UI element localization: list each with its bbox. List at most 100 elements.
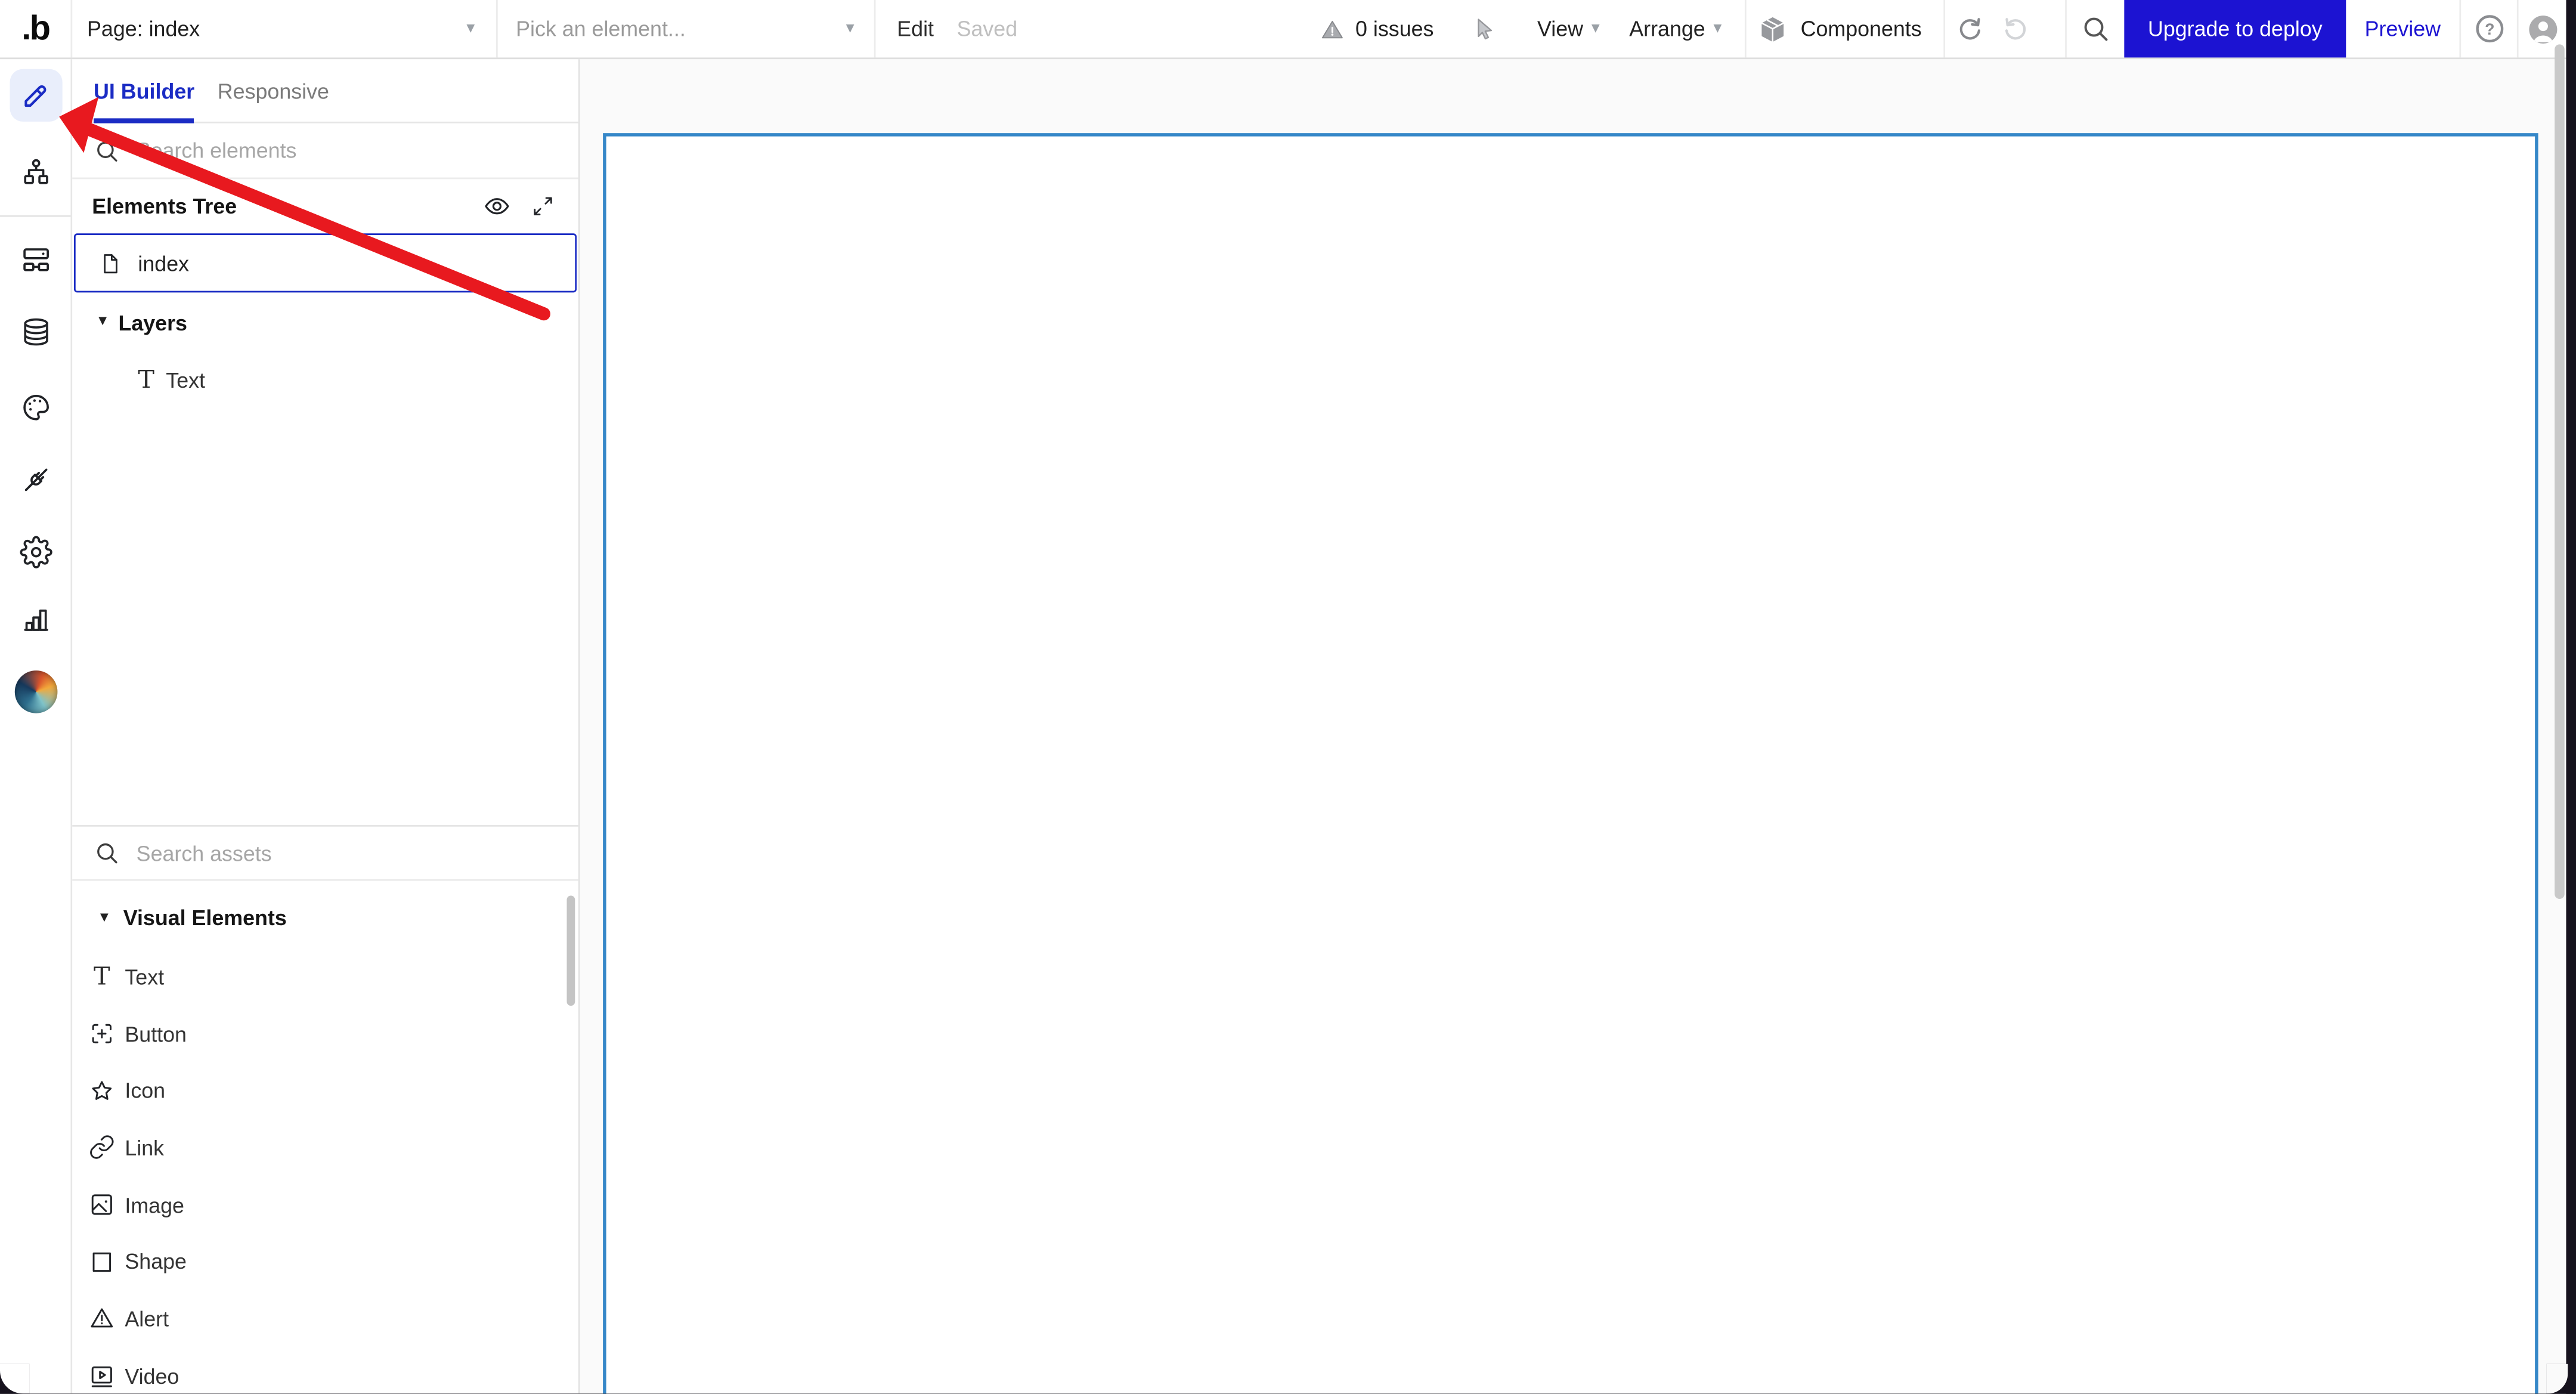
pencil-icon [19,79,52,112]
assets-scrollbar[interactable] [566,895,575,1006]
tab-responsive-label: Responsive [217,78,329,103]
sidebar-item-workflow[interactable] [9,146,61,199]
search-assets-row [72,825,578,881]
expand-diagonal-icon[interactable] [531,194,555,218]
pointer-tool-icon[interactable] [1470,15,1498,43]
elements-panel: UI Builder Responsive Elements Tree [72,59,580,1394]
sidebar-item-styles[interactable] [9,381,61,434]
sidebar-item-data[interactable] [9,305,61,358]
sidebar-item-layout[interactable] [9,233,61,286]
palette-icon [19,391,52,424]
tree-item-text-label: Text [166,367,206,392]
asset-item-button[interactable]: Button [72,1005,578,1062]
button-element-icon [89,1021,115,1047]
components-box-icon [1756,13,1789,45]
tree-group-layers-label: Layers [118,310,187,335]
assets-list: ▾ Visual Elements T Text Button Icon Lin… [72,888,578,1394]
search-icon [94,840,120,866]
collapse-triangle-icon: ▾ [100,908,109,926]
video-player-icon [89,1362,115,1389]
redo-icon[interactable] [2001,14,2031,44]
history-controls [1945,0,2067,58]
asset-item-text[interactable]: T Text [72,948,578,1006]
tree-item-text[interactable]: T Text [138,361,205,398]
editor-search-button[interactable] [2067,0,2124,57]
preview-button[interactable]: Preview [2346,0,2462,58]
sidebar-item-plugins[interactable] [9,453,61,506]
components-label: Components [1800,16,1922,41]
view-menu[interactable]: View ▾ [1537,17,1600,41]
search-elements-row [72,123,578,180]
bubble-editor-window: .b Page: index ▾ Pick an element... ▾ Ed… [0,0,2576,1394]
svg-text:?: ? [2484,20,2494,38]
app-logo[interactable]: .b [0,0,73,58]
workflow-sitemap-icon [19,156,52,189]
asset-item-label: Shape [125,1249,187,1274]
view-menu-label: View [1537,16,1584,41]
text-element-icon: T [138,364,155,394]
bar-chart-icon [19,603,52,636]
tree-group-layers[interactable]: ▾ Layers [98,304,187,341]
asset-item-link[interactable]: Link [72,1119,578,1176]
search-icon [2080,13,2111,44]
sidebar-item-settings[interactable] [9,526,61,579]
tab-ui-builder[interactable]: UI Builder [94,59,195,123]
help-button[interactable]: ? [2461,0,2519,58]
toolbar-status-section: Edit Saved 0 issues View ▾ Arrange ▾ [875,0,1747,58]
components-button[interactable]: Components [1747,0,1946,58]
gear-icon [19,536,52,568]
page-selector-label: Page: index [87,16,200,41]
elements-tree-title: Elements Tree [92,194,237,219]
edit-mode-label[interactable]: Edit [897,17,934,41]
asset-item-image[interactable]: Image [72,1176,578,1234]
upgrade-to-deploy-button[interactable]: Upgrade to deploy [2124,0,2346,58]
preview-label: Preview [2364,16,2441,41]
vertical-scrollbar[interactable] [2555,44,2565,900]
page-file-icon [98,251,123,275]
tab-ui-builder-label: UI Builder [94,78,195,103]
visual-elements-section-header[interactable]: ▾ Visual Elements [72,888,578,948]
asset-item-label: Button [125,1021,187,1046]
issues-indicator[interactable]: 0 issues [1319,16,1433,42]
asset-item-alert[interactable]: Alert [72,1290,578,1347]
sidebar-item-design[interactable] [9,69,62,122]
rail-divider [0,215,71,217]
tab-responsive[interactable]: Responsive [218,59,329,122]
page-canvas-index[interactable] [603,133,2538,1394]
link-chain-icon [89,1135,115,1161]
plug-icon [19,463,52,496]
chevron-down-icon: ▾ [466,18,475,37]
visibility-eye-icon[interactable] [483,192,511,220]
collapse-triangle-icon[interactable]: ▾ [98,313,107,330]
sidebar-item-logs[interactable] [9,594,61,646]
asset-item-video[interactable]: Video [72,1347,578,1394]
left-icon-rail [0,59,73,1394]
editor-canvas [580,59,2566,1394]
sidebar-account-avatar[interactable] [14,670,58,713]
asset-item-label: Alert [125,1306,169,1331]
search-assets-input[interactable] [133,839,511,867]
element-picker-placeholder: Pick an element... [516,16,686,41]
tree-item-index-label: index [138,251,190,276]
window-corner-bottom-right [2546,1364,2576,1394]
user-avatar-icon [2524,11,2560,47]
text-element-icon: T [93,961,110,991]
asset-item-label: Video [125,1363,179,1389]
database-icon [19,316,52,348]
page-selector-dropdown[interactable]: Page: index ▾ [72,0,498,58]
chevron-down-icon: ▾ [1591,18,1600,37]
asset-item-shape[interactable]: Shape [72,1234,578,1291]
layout-rows-icon [19,243,52,276]
help-question-icon: ? [2472,11,2506,46]
elements-tree-header: Elements Tree [72,179,578,233]
asset-item-label: Link [125,1135,165,1160]
asset-item-icon[interactable]: Icon [72,1062,578,1120]
undo-icon[interactable] [1955,14,1985,44]
window-corner-bottom-left [0,1364,30,1394]
search-elements-input[interactable] [133,136,511,165]
arrange-menu[interactable]: Arrange ▾ [1629,17,1722,41]
arrange-menu-label: Arrange [1629,16,1705,41]
search-icon [94,137,120,163]
element-picker-dropdown[interactable]: Pick an element... ▾ [498,0,876,58]
tree-item-index-selected[interactable]: index [73,233,577,293]
